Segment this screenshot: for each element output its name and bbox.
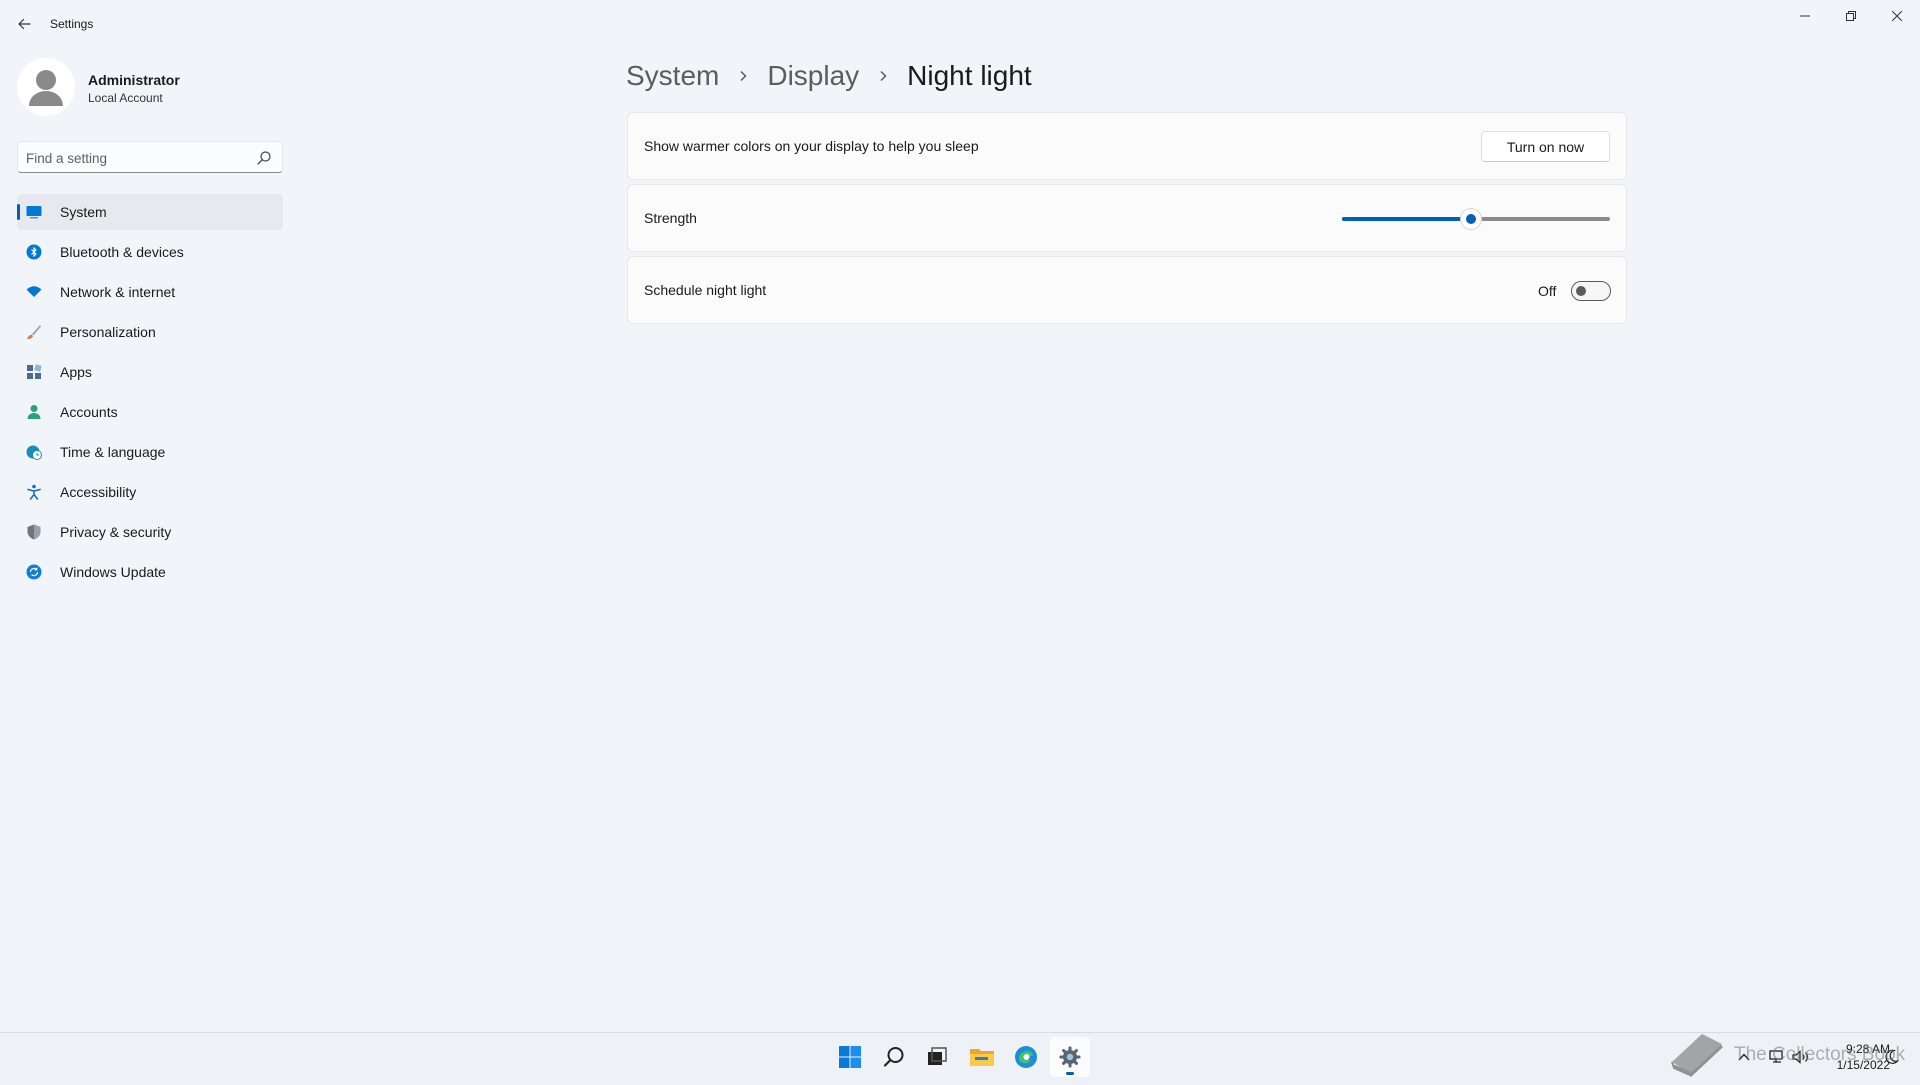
globe-clock-icon xyxy=(26,444,42,460)
schedule-label: Schedule night light xyxy=(644,282,767,298)
strength-slider[interactable] xyxy=(1342,209,1610,229)
update-icon xyxy=(26,564,42,580)
sidebar-item-label: Accounts xyxy=(60,404,118,420)
search-input[interactable] xyxy=(26,148,246,168)
close-button[interactable] xyxy=(1874,0,1920,32)
settings-gear-icon[interactable] xyxy=(1050,1037,1090,1077)
default-user-icon xyxy=(29,70,63,106)
sidebar-item-personalization[interactable]: Personalization xyxy=(17,314,283,350)
settings-window: Settings Administrator Local Account Fin… xyxy=(0,0,1920,1032)
search-icon[interactable] xyxy=(256,150,272,166)
user-profile[interactable]: Administrator Local Account xyxy=(17,58,287,118)
strength-card: Strength xyxy=(627,184,1627,252)
breadcrumb: System Display Night light xyxy=(626,54,1032,98)
sidebar-item-windows-update[interactable]: Windows Update xyxy=(17,554,283,590)
selection-indicator xyxy=(17,204,20,220)
minimize-button[interactable] xyxy=(1782,0,1828,32)
schedule-state-text: Off xyxy=(1538,283,1557,299)
sidebar-item-label: Time & language xyxy=(60,444,166,460)
wifi-icon xyxy=(26,284,42,300)
sidebar-item-label: Accessibility xyxy=(60,484,137,500)
back-button[interactable] xyxy=(10,10,38,38)
sidebar-item-accounts[interactable]: Accounts xyxy=(17,394,283,430)
task-view-icon[interactable] xyxy=(917,1037,957,1077)
user-name: Administrator xyxy=(88,72,180,88)
edge-icon[interactable] xyxy=(1006,1037,1046,1077)
restore-button[interactable] xyxy=(1828,0,1874,32)
restore-icon xyxy=(1846,11,1856,21)
sidebar-item-label: System xyxy=(60,204,107,220)
brush-icon xyxy=(26,324,42,340)
account-type: Local Account xyxy=(88,91,163,105)
watermark: The Collectors Book xyxy=(1668,1026,1908,1080)
sidebar-item-label: Bluetooth & devices xyxy=(60,244,184,260)
back-arrow-icon xyxy=(18,18,31,30)
sidebar-item-system[interactable]: System xyxy=(17,194,283,230)
title-bar: Settings xyxy=(0,0,1920,48)
sidebar-item-label: Network & internet xyxy=(60,284,176,300)
apps-icon xyxy=(26,364,42,380)
sidebar-item-time-language[interactable]: Time & language xyxy=(17,434,283,470)
turn-on-now-button[interactable]: Turn on now xyxy=(1481,131,1610,162)
strength-label: Strength xyxy=(644,210,697,226)
sidebar-item-label: Windows Update xyxy=(60,564,166,580)
sidebar-item-privacy-security[interactable]: Privacy & security xyxy=(17,514,283,550)
sidebar-nav: System Bluetooth & devices Network & int… xyxy=(17,194,283,594)
book-icon xyxy=(1671,1034,1724,1077)
schedule-toggle[interactable] xyxy=(1571,281,1611,301)
slider-fill xyxy=(1342,217,1471,221)
active-app-indicator xyxy=(1066,1072,1074,1075)
app-title: Settings xyxy=(50,17,94,31)
schedule-card: Schedule night light Off xyxy=(627,256,1627,324)
sidebar-item-apps[interactable]: Apps xyxy=(17,354,283,390)
watermark-text: The Collectors Book xyxy=(1734,1044,1906,1065)
search-icon[interactable] xyxy=(874,1037,914,1077)
accessibility-icon xyxy=(26,484,42,500)
windows-start-icon[interactable] xyxy=(830,1037,870,1077)
chevron-right-icon xyxy=(873,66,893,86)
turn-on-card: Show warmer colors on your display to he… xyxy=(627,112,1627,180)
breadcrumb-display[interactable]: Display xyxy=(767,60,859,92)
minimize-icon xyxy=(1800,15,1810,17)
chevron-right-icon xyxy=(733,66,753,86)
file-explorer-icon[interactable] xyxy=(962,1037,1002,1077)
page-title: Night light xyxy=(907,60,1032,91)
system-icon xyxy=(26,204,42,220)
search-box xyxy=(17,141,283,173)
bluetooth-icon xyxy=(26,244,42,260)
sidebar-item-bluetooth[interactable]: Bluetooth & devices xyxy=(17,234,283,270)
avatar xyxy=(17,58,75,116)
close-icon xyxy=(1892,11,1902,21)
breadcrumb-system[interactable]: System xyxy=(626,60,719,92)
turn-on-label: Show warmer colors on your display to he… xyxy=(644,138,979,154)
sidebar-item-accessibility[interactable]: Accessibility xyxy=(17,474,283,510)
sidebar-item-label: Apps xyxy=(60,364,92,380)
taskbar: 9:28 AM 1/15/2022 xyxy=(0,1032,1920,1080)
slider-thumb[interactable] xyxy=(1460,209,1481,229)
shield-icon xyxy=(26,524,42,540)
person-icon xyxy=(26,404,42,420)
sidebar-item-label: Privacy & security xyxy=(60,524,172,540)
sidebar-item-network[interactable]: Network & internet xyxy=(17,274,283,310)
sidebar-item-label: Personalization xyxy=(60,324,156,340)
